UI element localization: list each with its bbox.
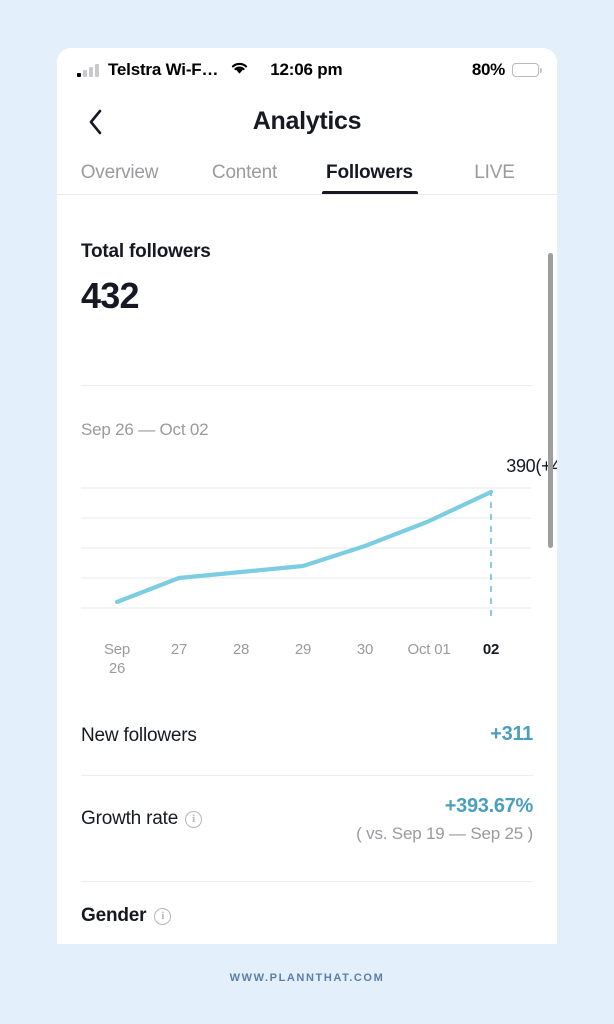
tab-followers-label: Followers xyxy=(326,161,413,183)
tab-overview-label: Overview xyxy=(80,161,159,183)
divider-after-total xyxy=(81,385,533,386)
x-tick-3: 29 xyxy=(294,641,312,658)
growth-rate-value: +393.67% xyxy=(444,795,534,817)
total-followers-label: Total followers xyxy=(81,241,211,262)
carrier-label: Telstra Wi-F… xyxy=(108,60,219,79)
total-followers-value: 432 xyxy=(81,275,139,316)
nav-bar: Analytics xyxy=(57,92,557,150)
chart-x-axis: Sep 26 27 28 29 30 Oct 01 02 xyxy=(81,640,547,688)
battery-icon xyxy=(512,63,542,77)
back-button[interactable] xyxy=(79,106,111,138)
divider-after-new-followers xyxy=(81,775,533,776)
followers-scroll-area[interactable]: Total followers 432 Sep 26 — Oct 02 390(… xyxy=(57,195,557,944)
gender-section-label: Gender i xyxy=(81,905,172,927)
growth-rate-label: Growth rate i xyxy=(81,808,203,830)
x-tick-5: Oct 01 xyxy=(407,641,451,658)
growth-rate-comparison: ( vs. Sep 19 — Sep 25 ) xyxy=(356,824,533,843)
x-tick-6: 02 xyxy=(482,641,500,658)
battery-percent-label: 80% xyxy=(471,60,505,79)
tab-followers[interactable]: Followers xyxy=(307,150,432,196)
tab-overview[interactable]: Overview xyxy=(57,150,182,195)
footer-watermark: WWW.PLANNTHAT.COM xyxy=(229,972,385,984)
phone-screen: Telstra Wi-F… 12:06 pm 80% Analytics Ove… xyxy=(57,48,557,944)
cellular-signal-icon xyxy=(77,63,99,77)
followers-line-chart[interactable]: 390(+4 xyxy=(81,456,557,630)
scrollbar-thumb[interactable] xyxy=(548,253,553,548)
status-bar-left: Telstra Wi-F… 12:06 pm xyxy=(77,60,343,80)
x-tick-0: Sep 26 xyxy=(103,641,131,677)
chevron-left-icon xyxy=(89,109,101,135)
x-tick-1: 27 xyxy=(170,641,188,658)
page-title: Analytics xyxy=(252,106,362,135)
tab-content[interactable]: Content xyxy=(182,150,307,195)
analytics-tabs: Overview Content Followers LIVE xyxy=(57,150,557,196)
new-followers-value: +311 xyxy=(490,723,533,745)
gender-text: Gender xyxy=(81,905,147,926)
date-range-label: Sep 26 — Oct 02 xyxy=(81,420,209,439)
new-followers-label: New followers xyxy=(81,725,197,746)
status-bar: Telstra Wi-F… 12:06 pm 80% xyxy=(57,48,557,92)
x-tick-4: 30 xyxy=(356,641,374,658)
info-icon[interactable]: i xyxy=(185,810,203,828)
tab-live-label: LIVE xyxy=(474,161,515,183)
chart-line-series xyxy=(114,489,494,605)
page-root: Telstra Wi-F… 12:06 pm 80% Analytics Ove… xyxy=(0,0,614,1024)
growth-rate-text: Growth rate xyxy=(81,808,179,829)
x-tick-2: 28 xyxy=(232,641,250,658)
scrollbar-track[interactable] xyxy=(548,205,553,940)
chart-svg xyxy=(81,487,531,620)
tab-content-label: Content xyxy=(211,161,278,183)
wifi-icon xyxy=(229,60,250,80)
gender-info-icon[interactable]: i xyxy=(154,907,172,925)
status-bar-right: 80% xyxy=(471,48,542,92)
divider-after-growth-rate xyxy=(81,881,533,882)
clock-label: 12:06 pm xyxy=(270,60,343,79)
tab-live[interactable]: LIVE xyxy=(432,150,557,195)
